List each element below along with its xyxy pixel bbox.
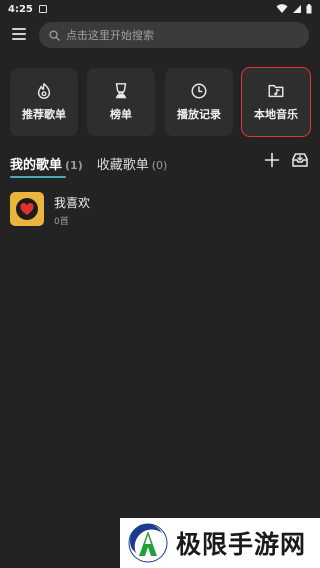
- watermark-logo: [128, 523, 168, 563]
- battery-icon: [306, 4, 312, 14]
- tile-charts[interactable]: 榜单: [87, 68, 155, 136]
- status-time: 4:25: [8, 3, 33, 15]
- clock-icon: [191, 83, 207, 99]
- playlist-title: 我喜欢: [54, 196, 91, 210]
- tab-my-playlists[interactable]: 我的歌单 (1): [10, 154, 83, 178]
- playlist-cover: [10, 192, 44, 226]
- menu-icon-bar: [12, 38, 26, 40]
- tile-label: 榜单: [110, 108, 132, 121]
- quick-tiles: 推荐歌单 榜单 播放记录 本地音乐: [10, 67, 311, 137]
- tile-label: 本地音乐: [254, 108, 298, 121]
- tile-local-music[interactable]: 本地音乐: [241, 67, 311, 137]
- playlist-song-count: 0首: [54, 217, 69, 227]
- heart-cover-bg: [16, 198, 38, 220]
- tile-recommended-playlists[interactable]: 推荐歌单: [10, 68, 78, 136]
- music-folder-icon: [268, 84, 284, 98]
- status-icons: [276, 4, 312, 14]
- trophy-icon: [115, 83, 127, 99]
- search-input[interactable]: 点击这里开始搜索: [39, 22, 309, 48]
- playlist-tabs: 我的歌单 (1) 收藏歌单 (0): [10, 154, 181, 180]
- playlist-item[interactable]: 我喜欢 0首: [10, 192, 310, 228]
- watermark-text: 极限手游网: [176, 530, 307, 559]
- tab-count: (0): [151, 159, 168, 172]
- tile-label: 播放记录: [177, 108, 221, 121]
- watermark: 极限手游网: [120, 518, 320, 568]
- import-playlist-button[interactable]: [291, 152, 309, 168]
- tile-play-history[interactable]: 播放记录: [165, 68, 233, 136]
- tab-label: 我的歌单: [10, 158, 63, 173]
- menu-icon-bar: [12, 33, 26, 35]
- add-playlist-button[interactable]: [264, 152, 280, 168]
- menu-icon-bar: [12, 28, 26, 30]
- wifi-icon: [276, 4, 288, 13]
- menu-button[interactable]: [12, 28, 26, 40]
- tile-label: 推荐歌单: [22, 108, 66, 121]
- tab-collected-playlists[interactable]: 收藏歌单 (0): [97, 154, 168, 173]
- search-placeholder: 点击这里开始搜索: [66, 29, 154, 42]
- tab-count: (1): [65, 159, 83, 172]
- notification-icon: [38, 5, 47, 13]
- active-tab-indicator: [10, 176, 66, 178]
- status-bar: 4:25: [0, 0, 320, 18]
- signal-icon: [293, 5, 301, 13]
- tab-label: 收藏歌单: [96, 158, 149, 173]
- heart-icon: [20, 202, 34, 215]
- search-icon: [49, 29, 60, 41]
- flame-disc-icon: [37, 83, 51, 99]
